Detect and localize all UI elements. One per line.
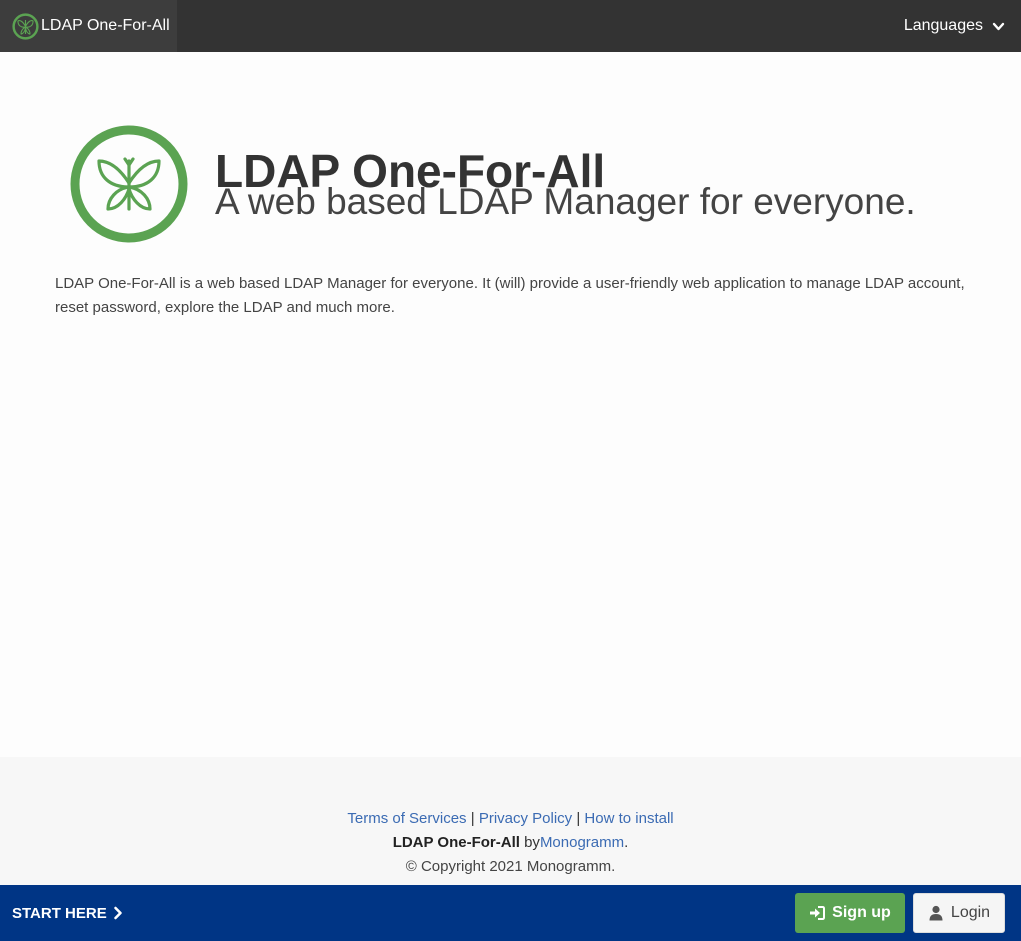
- start-here-link[interactable]: START HERE: [12, 885, 123, 941]
- intro-paragraph: LDAP One-For-All is a web based LDAP Man…: [55, 275, 965, 316]
- separator: |: [470, 810, 475, 827]
- languages-label: Languages: [903, 17, 983, 34]
- start-label: START HERE: [12, 904, 107, 922]
- copyright: © Copyright 2021 Monogramm.: [405, 858, 616, 875]
- languages-dropdown[interactable]: Languages: [904, 0, 1005, 52]
- privacy-link[interactable]: Privacy Policy: [479, 810, 572, 827]
- credit-name: LDAP One-For-All: [392, 834, 520, 851]
- author-link[interactable]: Monogramm: [540, 834, 624, 851]
- navbar-brand[interactable]: LDAP One-For-All: [0, 0, 177, 52]
- credit-end: .: [624, 834, 629, 851]
- signup-button[interactable]: Sign up: [795, 893, 905, 933]
- user-icon: [928, 905, 944, 921]
- terms-link[interactable]: Terms of Services: [347, 810, 466, 827]
- top-navbar: LDAP One-For-All Languages: [0, 0, 1021, 52]
- sign-in-icon: [809, 905, 826, 921]
- butterfly-logo-icon: [12, 12, 39, 40]
- chevron-down-icon: [992, 20, 1005, 33]
- signup-label: Sign up: [832, 904, 891, 921]
- chevron-right-icon: [113, 906, 123, 920]
- login-label: Login: [950, 904, 991, 921]
- brand-label: LDAP One-For-All: [41, 17, 170, 34]
- butterfly-logo-icon: [68, 123, 190, 245]
- credit-by: by: [524, 834, 540, 851]
- footer-links: Terms of Services | Privacy Policy | How…: [0, 808, 1021, 830]
- bottom-bar: START HERE Sign up Login: [0, 885, 1021, 941]
- install-link[interactable]: How to install: [584, 810, 673, 827]
- login-button[interactable]: Login: [913, 893, 1005, 933]
- separator: |: [576, 810, 581, 827]
- page-subtitle: A web based LDAP Manager for everyone.: [215, 181, 916, 222]
- footer-credit: LDAP One-For-All byMonogramm.: [0, 832, 1021, 854]
